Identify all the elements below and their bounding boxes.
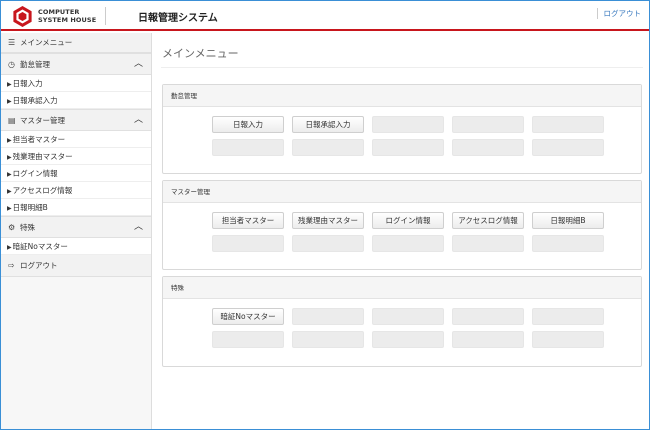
top-header: COMPUTER SYSTEM HOUSE 日報管理システム ログアウト bbox=[1, 1, 649, 31]
empty-button-slot bbox=[452, 139, 524, 156]
sidebar-group-label: 特殊 bbox=[20, 223, 35, 232]
empty-button-slot bbox=[452, 235, 524, 252]
empty-button-slot bbox=[292, 331, 364, 348]
panel-title: 勤怠管理 bbox=[163, 85, 641, 107]
pin-master-button[interactable]: 暗証Noマスター bbox=[212, 308, 284, 325]
logo-line-2: SYSTEM HOUSE bbox=[38, 16, 97, 24]
panel-title: 特殊 bbox=[163, 277, 641, 299]
caret-right-icon: ▶ bbox=[7, 137, 12, 144]
empty-button-slot bbox=[452, 308, 524, 325]
menu-list-icon: ☰ bbox=[8, 38, 16, 47]
sidebar-main-menu[interactable]: ☰ メインメニュー bbox=[1, 33, 151, 53]
app-window: COMPUTER SYSTEM HOUSE 日報管理システム ログアウト ☰ メイ… bbox=[0, 0, 650, 430]
caret-right-icon: ▶ bbox=[7, 171, 12, 178]
logout-link[interactable]: ログアウト bbox=[596, 8, 641, 19]
sidebar-item-label: 残業理由マスター bbox=[12, 152, 73, 161]
page-title: メインメニュー bbox=[162, 47, 239, 60]
caret-right-icon: ▶ bbox=[7, 244, 12, 251]
sidebar-item-label: 日報承認入力 bbox=[12, 96, 58, 105]
empty-button-slot bbox=[372, 235, 444, 252]
empty-button-slot bbox=[292, 308, 364, 325]
empty-button-slot bbox=[212, 331, 284, 348]
sidebar-main-menu-label: メインメニュー bbox=[20, 38, 73, 47]
sidebar-group-label: マスター管理 bbox=[20, 116, 65, 125]
sidebar: ☰ メインメニュー ◷ 勤怠管理 ︿ ▶日報入力 ▶日報承認入力 ▤ マスター管理 ︿… bbox=[1, 33, 152, 429]
access-log-info-button[interactable]: アクセスログ情報 bbox=[452, 212, 524, 229]
empty-button-slot bbox=[532, 116, 604, 133]
empty-button-slot bbox=[292, 235, 364, 252]
gear-icon: ⚙ bbox=[8, 223, 16, 232]
sidebar-item-label: ログイン情報 bbox=[12, 169, 58, 178]
company-logo-icon bbox=[13, 6, 32, 27]
daily-report-approval-button[interactable]: 日報承認入力 bbox=[292, 116, 364, 133]
chevron-up-icon: ︿ bbox=[133, 222, 143, 232]
empty-button-slot bbox=[532, 331, 604, 348]
empty-button-slot bbox=[372, 116, 444, 133]
company-logo-text: COMPUTER SYSTEM HOUSE bbox=[38, 8, 100, 24]
sidebar-item-label: 日報明細B bbox=[12, 203, 48, 212]
staff-master-button[interactable]: 担当者マスター bbox=[212, 212, 284, 229]
overtime-reason-master-button[interactable]: 残業理由マスター bbox=[292, 212, 364, 229]
empty-button-slot bbox=[372, 139, 444, 156]
sidebar-item-daily-report-detail-b[interactable]: ▶日報明細B bbox=[1, 199, 151, 216]
empty-button-slot bbox=[372, 331, 444, 348]
empty-button-slot bbox=[532, 139, 604, 156]
sidebar-item-label: 日報入力 bbox=[12, 79, 43, 88]
app-title: 日報管理システム bbox=[138, 13, 218, 24]
sidebar-logout[interactable]: ⇨ ログアウト bbox=[1, 255, 151, 277]
empty-button-slot bbox=[212, 139, 284, 156]
sidebar-item-login-info[interactable]: ▶ログイン情報 bbox=[1, 165, 151, 182]
sidebar-item-staff-master[interactable]: ▶担当者マスター bbox=[1, 131, 151, 148]
header-divider bbox=[105, 7, 106, 25]
main-content: メインメニュー 勤怠管理 日報入力 日報承認入力 マスター管理 担当者マスター bbox=[153, 33, 649, 429]
sidebar-group-master[interactable]: ▤ マスター管理 ︿ bbox=[1, 109, 151, 131]
sidebar-group-special[interactable]: ⚙ 特殊 ︿ bbox=[1, 216, 151, 238]
panel-attendance: 勤怠管理 日報入力 日報承認入力 bbox=[162, 84, 642, 174]
button-grid: 日報入力 日報承認入力 bbox=[212, 116, 604, 156]
title-divider bbox=[161, 67, 643, 68]
sidebar-item-access-log-info[interactable]: ▶アクセスログ情報 bbox=[1, 182, 151, 199]
sidebar-item-daily-report-approval[interactable]: ▶日報承認入力 bbox=[1, 92, 151, 109]
sidebar-item-label: 暗証Noマスター bbox=[12, 242, 68, 251]
button-grid: 担当者マスター 残業理由マスター ログイン情報 アクセスログ情報 日報明細B bbox=[212, 212, 604, 252]
caret-right-icon: ▶ bbox=[7, 98, 12, 105]
sidebar-item-overtime-reason-master[interactable]: ▶残業理由マスター bbox=[1, 148, 151, 165]
sign-out-icon: ⇨ bbox=[8, 261, 15, 270]
button-grid: 暗証Noマスター bbox=[212, 308, 604, 348]
sidebar-item-daily-report-entry[interactable]: ▶日報入力 bbox=[1, 75, 151, 92]
empty-button-slot bbox=[372, 308, 444, 325]
panel-special: 特殊 暗証Noマスター bbox=[162, 276, 642, 367]
database-icon: ▤ bbox=[8, 116, 16, 125]
empty-button-slot bbox=[532, 235, 604, 252]
empty-button-slot bbox=[452, 331, 524, 348]
sidebar-item-label: アクセスログ情報 bbox=[12, 186, 73, 195]
sidebar-logout-label: ログアウト bbox=[20, 261, 58, 270]
empty-button-slot bbox=[532, 308, 604, 325]
login-info-button[interactable]: ログイン情報 bbox=[372, 212, 444, 229]
panel-master: マスター管理 担当者マスター 残業理由マスター ログイン情報 アクセスログ情報 … bbox=[162, 180, 642, 270]
chevron-up-icon: ︿ bbox=[133, 115, 143, 125]
daily-report-detail-b-button[interactable]: 日報明細B bbox=[532, 212, 604, 229]
caret-right-icon: ▶ bbox=[7, 205, 12, 212]
empty-button-slot bbox=[292, 139, 364, 156]
sidebar-item-label: 担当者マスター bbox=[12, 135, 66, 144]
panel-title: マスター管理 bbox=[163, 181, 641, 203]
logo-line-1: COMPUTER bbox=[38, 8, 80, 16]
clock-icon: ◷ bbox=[8, 60, 15, 69]
empty-button-slot bbox=[212, 235, 284, 252]
caret-right-icon: ▶ bbox=[7, 188, 12, 195]
caret-right-icon: ▶ bbox=[7, 154, 12, 161]
sidebar-group-attendance[interactable]: ◷ 勤怠管理 ︿ bbox=[1, 53, 151, 75]
chevron-up-icon: ︿ bbox=[133, 59, 143, 69]
sidebar-item-pin-master[interactable]: ▶暗証Noマスター bbox=[1, 238, 151, 255]
caret-right-icon: ▶ bbox=[7, 81, 12, 88]
empty-button-slot bbox=[452, 116, 524, 133]
daily-report-entry-button[interactable]: 日報入力 bbox=[212, 116, 284, 133]
sidebar-group-label: 勤怠管理 bbox=[20, 60, 50, 69]
